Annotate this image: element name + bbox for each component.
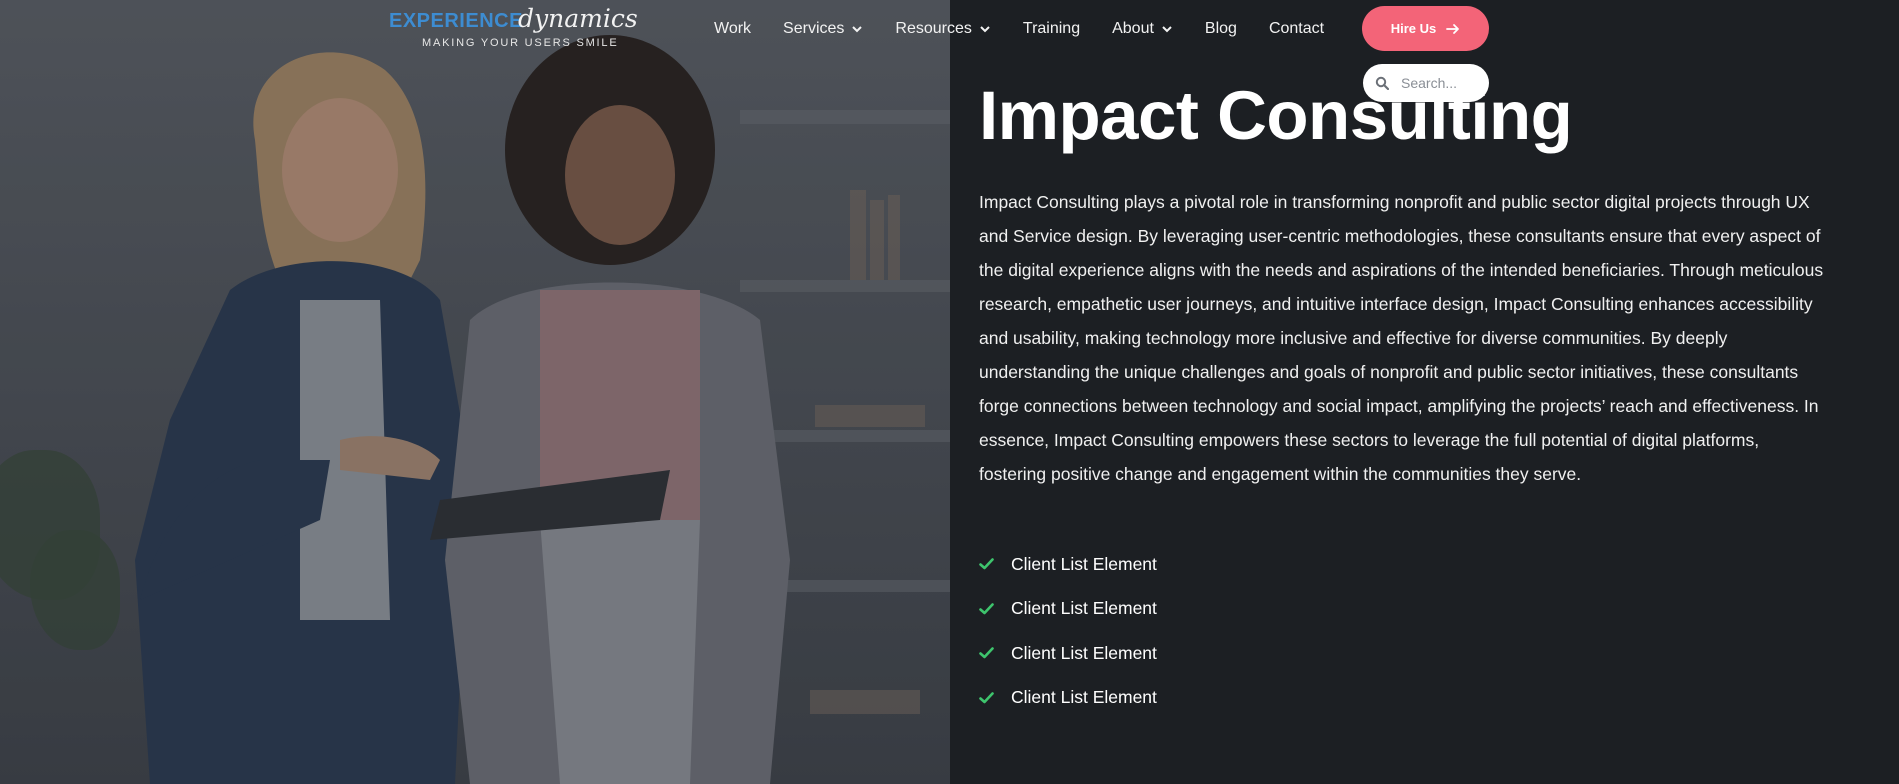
check-icon: [979, 647, 994, 659]
list-item: Client List Element: [979, 631, 1157, 676]
list-item: Client List Element: [979, 676, 1157, 721]
arrow-right-icon: [1446, 23, 1460, 34]
client-list: Client List Element Client List Element …: [979, 542, 1157, 720]
page-title: Impact Consulting: [979, 77, 1573, 154]
logo-tagline: MAKING YOUR USERS SMILE: [422, 37, 619, 49]
list-item: Client List Element: [979, 542, 1157, 587]
nav-item-about[interactable]: About: [1112, 20, 1173, 38]
site-logo[interactable]: EXPERIENCE dynamics MAKING YOUR USERS SM…: [389, 4, 649, 54]
nav-item-label: Training: [1022, 20, 1081, 37]
check-icon: [979, 602, 994, 615]
nav-item-training[interactable]: Training: [1023, 20, 1080, 38]
nav-item-resources[interactable]: Resources: [895, 20, 990, 38]
hire-us-label: Hire Us: [1390, 21, 1437, 36]
list-item-label: Client List Element: [1011, 642, 1157, 663]
nav-item-blog[interactable]: Blog: [1205, 20, 1237, 38]
check-icon: [979, 558, 994, 570]
nav-item-label: Work: [714, 20, 752, 37]
chevron-down-icon: [1162, 26, 1172, 33]
check-icon: [979, 691, 994, 704]
hero-image: [0, 0, 950, 784]
nav-item-work[interactable]: Work: [714, 20, 751, 38]
list-item-label: Client List Element: [1011, 687, 1157, 708]
logo-word-dynamics: dynamics: [518, 4, 638, 33]
nav-item-services[interactable]: Services: [783, 20, 863, 38]
page-description: Impact Consulting plays a pivotal role i…: [979, 192, 1824, 484]
hire-us-button[interactable]: Hire Us: [1362, 6, 1489, 51]
chevron-down-icon: [852, 26, 863, 33]
logo-word-experience: EXPERIENCE: [389, 10, 523, 32]
list-item-label: Client List Element: [1011, 598, 1157, 619]
main-nav: Work Services Resources Training About B…: [714, 18, 1324, 40]
image-overlay: [0, 0, 950, 784]
list-item-label: Client List Element: [1011, 553, 1157, 574]
nav-item-contact[interactable]: Contact: [1269, 20, 1324, 38]
nav-item-label: Contact: [1268, 20, 1325, 37]
nav-item-label: Resources: [895, 20, 972, 37]
chevron-down-icon: [980, 26, 990, 33]
nav-item-label: Blog: [1204, 20, 1237, 37]
nav-item-label: About: [1112, 20, 1154, 37]
list-item: Client List Element: [979, 587, 1157, 632]
nav-item-label: Services: [783, 20, 845, 37]
